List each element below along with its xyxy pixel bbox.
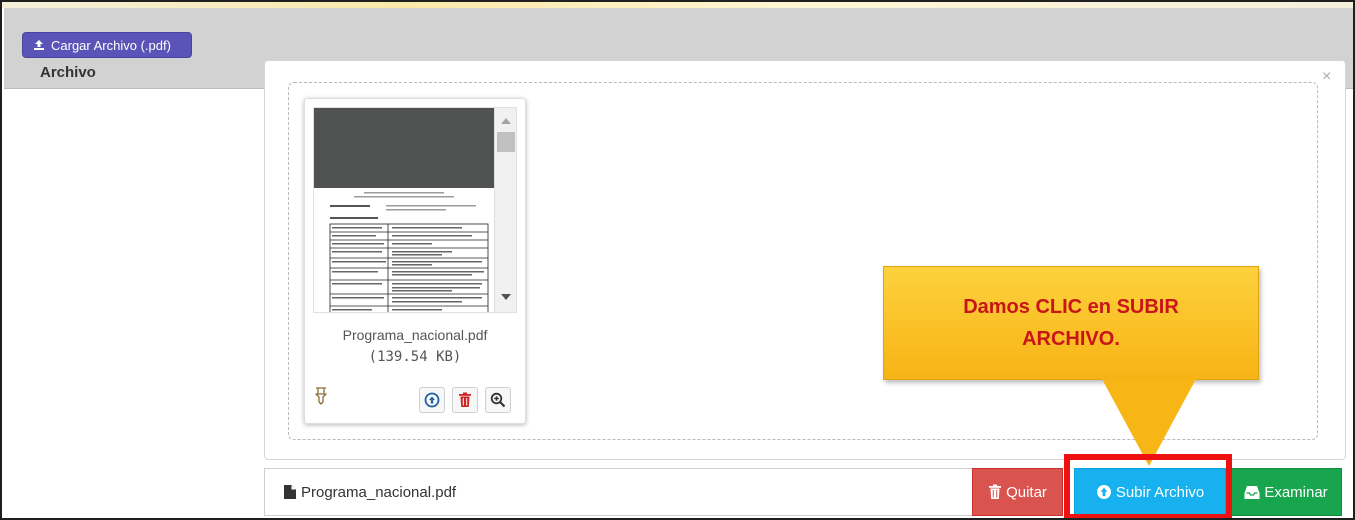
file-thumbnail-card: Programa_nacional.pdf (139.54 KB) [304,98,526,424]
scroll-down-arrow-icon[interactable] [501,294,511,300]
pdf-viewer-toolbar [314,108,496,188]
load-file-button[interactable]: Cargar Archivo (.pdf) [22,32,192,58]
zoom-file-action-button[interactable] [485,387,511,413]
inbox-icon [1244,485,1260,499]
close-icon[interactable]: × [1322,68,1331,86]
instruction-callout: Damos CLIC en SUBIR ARCHIVO. [883,266,1259,380]
archivo-section-label: Archivo [40,64,96,81]
file-input-bar: Programa_nacional.pdf Quitar Subir Archi… [264,468,1348,516]
scroll-up-arrow-icon[interactable] [501,118,511,124]
file-size: (139.54 KB) [368,349,462,365]
load-file-button-label: Cargar Archivo (.pdf) [51,37,171,53]
pdf-scrollbar[interactable] [494,108,516,312]
browse-button-label: Examinar [1264,483,1328,501]
circle-arrow-up-icon [424,392,440,408]
trash-icon [459,392,471,407]
remove-file-action-button[interactable] [452,387,478,413]
upload-icon [34,40,44,50]
upload-file-button-label: Subir Archivo [1115,483,1205,501]
circle-arrow-up-icon [1096,485,1111,499]
file-icon [284,485,296,499]
pdf-preview[interactable] [313,107,517,313]
upload-file-button[interactable]: Subir Archivo [1074,468,1226,516]
remove-button-label: Quitar [1006,483,1047,501]
drag-handle-icon[interactable] [313,385,329,405]
scrollbar-thumb[interactable] [497,132,515,152]
callout-text: Damos CLIC en SUBIR ARCHIVO. [963,296,1179,350]
callout-pointer [1102,379,1196,466]
zoom-in-icon [490,392,506,408]
trash-icon [989,484,1002,499]
file-name: Programa_nacional.pdf [342,327,488,343]
browse-button[interactable]: Examinar [1230,468,1342,516]
remove-button[interactable]: Quitar [972,468,1063,516]
pdf-page-image [314,188,496,312]
file-caption-text: Programa_nacional.pdf [301,483,457,501]
file-caption-field[interactable]: Programa_nacional.pdf [264,468,974,516]
upload-file-action-button[interactable] [419,387,445,413]
screenshot-frame: Cargar Archivo (.pdf) Archivo × Programa… [0,0,1355,520]
